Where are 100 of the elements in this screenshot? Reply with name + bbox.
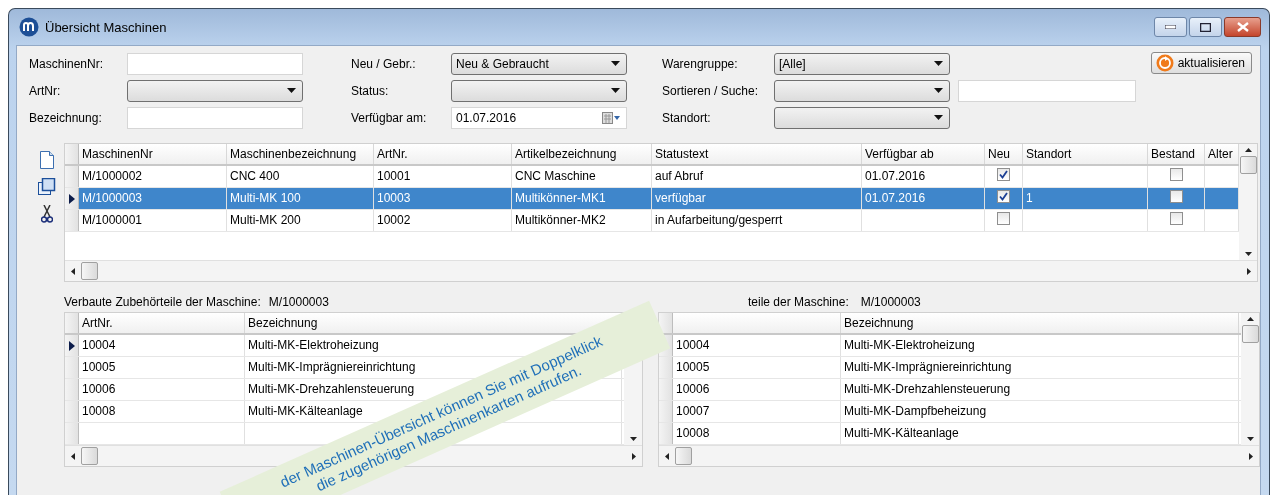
- text-field[interactable]: [127, 52, 303, 75]
- table-cell: Multi-MK 200: [227, 210, 374, 231]
- scroll-left-icon[interactable]: [665, 452, 669, 460]
- scroll-thumb[interactable]: [1239, 156, 1257, 174]
- vertical-scrollbar[interactable]: [1241, 313, 1259, 445]
- date-field[interactable]: 01.07.2016: [451, 106, 627, 129]
- row-header[interactable]: [65, 188, 79, 209]
- new-document-icon[interactable]: [39, 151, 54, 169]
- table-row[interactable]: M/1000001 Multi-MK 200 10002 Multikönner-MK2 in Aufarbeitung/gesperrt: [65, 210, 1239, 232]
- checkbox[interactable]: [997, 168, 1010, 181]
- scroll-right-icon[interactable]: [1247, 267, 1251, 275]
- column-header[interactable]: MaschinenNr: [79, 144, 227, 164]
- scroll-left-icon[interactable]: [71, 452, 75, 460]
- scroll-up-icon[interactable]: [1244, 148, 1252, 152]
- column-header[interactable]: ArtNr.: [79, 313, 245, 333]
- field-label: ArtNr:: [29, 83, 62, 98]
- table-cell: verfügbar: [652, 188, 862, 209]
- checkbox[interactable]: [1169, 168, 1183, 181]
- scroll-down-icon[interactable]: [629, 437, 637, 441]
- table-cell: 10002: [374, 210, 512, 231]
- field-label: Bezeichnung:: [29, 110, 103, 125]
- table-cell: 10005: [673, 357, 841, 378]
- machine-number: M/1000003: [860, 295, 921, 309]
- field-label: Standort:: [662, 110, 712, 125]
- window-title: Übersicht Maschinen: [45, 19, 167, 35]
- scroll-right-icon[interactable]: [632, 452, 636, 460]
- field-label: Sortieren / Suche:: [662, 83, 760, 98]
- current-row-icon: [68, 193, 75, 204]
- app-logo-icon: [19, 17, 39, 37]
- text-field[interactable]: [127, 106, 303, 129]
- table-cell: in Aufarbeitung/gesperrt: [652, 210, 862, 231]
- close-icon: [1236, 22, 1249, 32]
- minimize-button[interactable]: [1154, 17, 1187, 37]
- scroll-left-icon[interactable]: [71, 267, 75, 275]
- column-header[interactable]: Maschinenbezeichnung: [227, 144, 374, 164]
- column-header[interactable]: Bestand: [1148, 144, 1205, 164]
- scroll-right-icon[interactable]: [1249, 452, 1253, 460]
- table-row[interactable]: 10005 Multi-MK-Imprägniereinrichtung: [659, 357, 1241, 379]
- scroll-thumb[interactable]: [1241, 325, 1259, 343]
- field-label: Status:: [351, 83, 390, 98]
- table-cell: 10006: [673, 379, 841, 400]
- table-cell: CNC 400: [227, 166, 374, 187]
- scroll-up-icon[interactable]: [1246, 317, 1254, 321]
- table-row[interactable]: M/1000003 Multi-MK 100 10003 Multikönner-MK1 verfügbar 01.07.2016 1: [65, 188, 1239, 210]
- dropdown[interactable]: [774, 79, 950, 102]
- scroll-down-icon[interactable]: [1246, 437, 1254, 441]
- dropdown[interactable]: [774, 106, 950, 129]
- table-cell: Multi-MK 100: [227, 188, 374, 209]
- row-header[interactable]: [65, 335, 79, 356]
- dropdown-arrow-icon: [934, 115, 943, 120]
- scroll-down-icon[interactable]: [1244, 252, 1252, 256]
- scroll-thumb[interactable]: [675, 447, 692, 465]
- dropdown-arrow-icon: [934, 61, 943, 66]
- field-label: MaschinenNr:: [29, 56, 105, 71]
- copy-icon[interactable]: [37, 178, 56, 196]
- dropdown-arrow-icon: [611, 61, 620, 66]
- column-header[interactable]: Bezeichnung: [841, 313, 1239, 333]
- column-header[interactable]: ArtNr.: [374, 144, 512, 164]
- horizontal-scrollbar[interactable]: [65, 260, 1257, 281]
- table-cell: Multi-MK-Dampfbeheizung: [841, 401, 1239, 422]
- dropdown[interactable]: [451, 79, 627, 102]
- table-cell: Multi-MK-Drehzahlensteuerung: [841, 379, 1239, 400]
- column-header[interactable]: Neu: [985, 144, 1023, 164]
- table-cell: M/1000003: [79, 188, 227, 209]
- table-cell: Multi-MK-Kälteanlage: [841, 423, 1239, 444]
- scroll-thumb[interactable]: [81, 447, 98, 465]
- checkbox[interactable]: [1169, 190, 1183, 203]
- calendar-icon[interactable]: [602, 111, 620, 124]
- column-header[interactable]: Verfügbar ab: [862, 144, 985, 164]
- checkbox[interactable]: [997, 190, 1010, 203]
- checkbox[interactable]: [1169, 212, 1183, 225]
- dropdown[interactable]: [Alle]: [774, 52, 950, 75]
- checkbox[interactable]: [997, 212, 1010, 225]
- field-label: Neu / Gebr.:: [351, 56, 417, 71]
- close-button[interactable]: [1224, 17, 1261, 37]
- scroll-thumb[interactable]: [81, 262, 98, 280]
- search-field[interactable]: [958, 79, 1136, 102]
- vertical-scrollbar[interactable]: [1239, 144, 1257, 260]
- scissors-icon[interactable]: [40, 205, 53, 223]
- table-cell: 10001: [374, 166, 512, 187]
- column-header[interactable]: Artikelbezeichnung: [512, 144, 652, 164]
- refresh-icon: [1155, 54, 1174, 72]
- table-row[interactable]: 10006 Multi-MK-Drehzahlensteuerung: [659, 379, 1241, 401]
- refresh-button[interactable]: aktualisieren: [1150, 52, 1252, 74]
- table-cell: Multikönner-MK2: [512, 210, 652, 231]
- section-label: teile der Maschine:: [748, 295, 849, 309]
- table-cell: 01.07.2016: [862, 188, 985, 209]
- table-cell: 10007: [673, 401, 841, 422]
- table-cell: M/1000001: [79, 210, 227, 231]
- column-header[interactable]: Standort: [1023, 144, 1148, 164]
- maximize-icon: [1200, 22, 1211, 32]
- dropdown[interactable]: Neu & Gebraucht: [451, 52, 627, 75]
- maximize-button[interactable]: [1189, 17, 1222, 37]
- table-cell: 01.07.2016: [862, 166, 985, 187]
- table-cell: M/1000002: [79, 166, 227, 187]
- table-cell: 10008: [673, 423, 841, 444]
- column-header[interactable]: Statustext: [652, 144, 862, 164]
- table-row[interactable]: 10007 Multi-MK-Dampfbeheizung: [659, 401, 1241, 423]
- horizontal-scrollbar[interactable]: [659, 445, 1259, 466]
- dropdown[interactable]: [127, 79, 303, 102]
